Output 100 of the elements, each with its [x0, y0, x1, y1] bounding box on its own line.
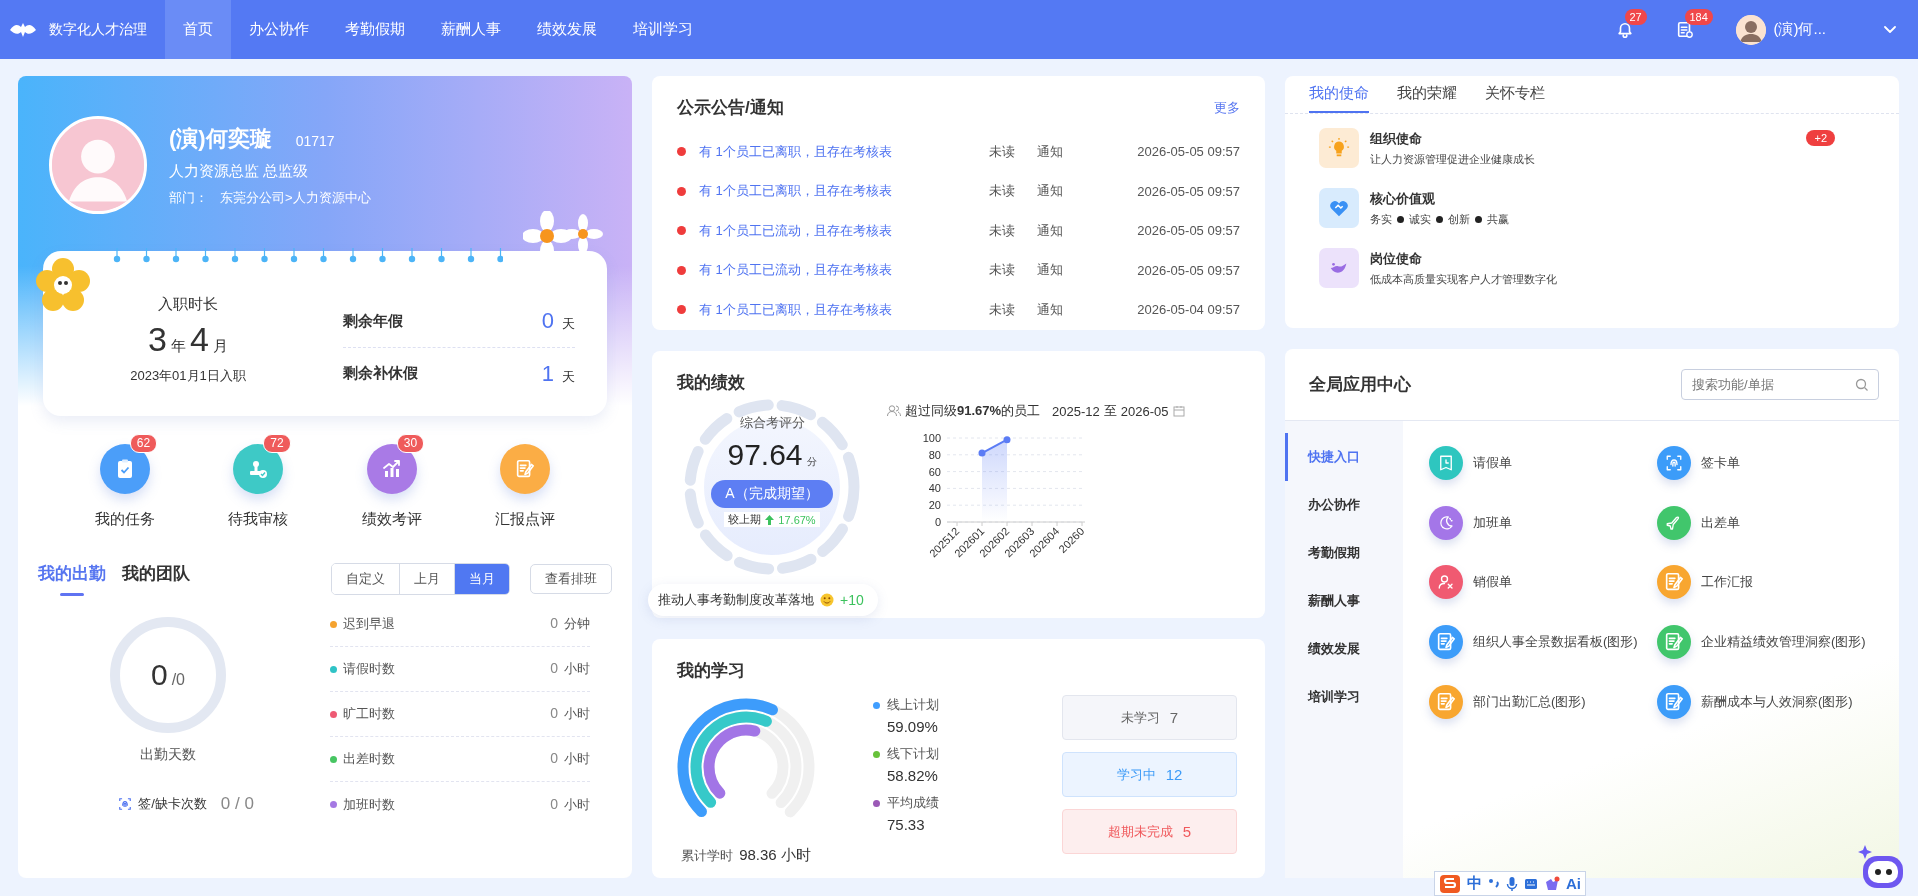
lightbulb-icon	[1319, 128, 1359, 168]
category-item[interactable]: 快捷入口	[1285, 433, 1403, 481]
mission-tab[interactable]: 我的使命	[1309, 84, 1369, 113]
mission-description: 让人力资源管理促进企业健康成长	[1370, 151, 1535, 167]
category-item[interactable]: 绩效发展	[1285, 625, 1403, 673]
period-start[interactable]: 2025-12	[1052, 403, 1100, 419]
app-link[interactable]: 工作汇报	[1701, 573, 1753, 592]
more-link[interactable]: 更多	[1214, 98, 1240, 117]
axis-tick-label: 60	[928, 465, 941, 478]
tenure-label: 入职时长	[158, 295, 218, 314]
metric-label: 线下计划	[887, 745, 939, 763]
score-value: 97.64	[727, 438, 803, 472]
data-point	[1003, 436, 1011, 444]
smiley-icon	[820, 593, 834, 607]
mission-title: 核心价值观	[1370, 189, 1436, 208]
stat-label: 旷工时数	[343, 705, 395, 723]
shortcut-link[interactable]: 我的任务	[94, 510, 155, 529]
metric-value: 58.82%	[887, 767, 939, 784]
app-link[interactable]: 出差单	[1701, 513, 1740, 532]
value-word: 共赢	[1487, 211, 1509, 227]
read-status: 未读	[989, 221, 1016, 240]
grade-pill[interactable]: A（完成期望）	[711, 480, 833, 508]
category-item[interactable]: 薪酬人事	[1285, 577, 1403, 625]
stat-label: 迟到早退	[343, 615, 395, 633]
axis-tick-label: 0	[934, 516, 941, 528]
app-link[interactable]: 薪酬成本与人效洞察(图形)	[1701, 692, 1853, 711]
nav-tab[interactable]: 绩效发展	[519, 0, 615, 59]
read-status: 未读	[989, 261, 1016, 280]
change-value: 17.67%	[778, 513, 816, 526]
app-link[interactable]: 组织人事全景数据看板(图形)	[1473, 632, 1638, 651]
app-link[interactable]: 销假单	[1473, 573, 1512, 592]
stat-value: 0	[550, 750, 558, 768]
stat-label: 出差时数	[343, 750, 395, 768]
app-link[interactable]: 企业精益绩效管理洞察(图形)	[1701, 632, 1866, 651]
category-item[interactable]: 办公协作	[1285, 481, 1403, 529]
people-icon	[887, 405, 901, 417]
shortcut-link[interactable]: 待我审核	[228, 510, 289, 529]
app-link[interactable]: 签卡单	[1701, 453, 1740, 472]
metric-value: 59.09%	[887, 718, 939, 735]
notice-link[interactable]: 有 1个员工已离职，且存在考核表	[699, 143, 892, 159]
notice-type: 通知	[1037, 221, 1064, 240]
attendance-tab[interactable]: 我的出勤	[38, 562, 106, 596]
keyboard-icon[interactable]	[1524, 876, 1538, 891]
read-status: 未读	[989, 142, 1016, 161]
chevron-down-icon[interactable]	[1884, 25, 1896, 34]
attendance-tab[interactable]: 我的团队	[122, 562, 190, 596]
attendance-days-label: 出勤天数	[140, 746, 196, 764]
status-button[interactable]: 未学习 7	[1062, 695, 1237, 740]
ai-button[interactable]: Ai	[1566, 875, 1581, 892]
employee-id: 01717	[295, 132, 335, 149]
user-avatar[interactable]	[1735, 14, 1766, 45]
language-toggle[interactable]: 中	[1467, 874, 1482, 893]
stat-unit: 小时	[564, 795, 590, 814]
nav-tab[interactable]: 培训学习	[615, 0, 711, 59]
mission-tab[interactable]: 我的荣耀	[1397, 84, 1457, 113]
category-item[interactable]: 考勤假期	[1285, 529, 1403, 577]
unread-dot	[677, 147, 686, 157]
period-end[interactable]: 2026-05	[1120, 403, 1169, 419]
metric-label: 线上计划	[887, 696, 939, 714]
notice-link[interactable]: 有 1个员工已流动，且存在考核表	[699, 262, 892, 278]
period-option[interactable]: 当月	[454, 564, 509, 594]
leave-days: 0	[541, 308, 554, 334]
notice-link[interactable]: 有 1个员工已流动，且存在考核表	[699, 222, 892, 238]
mission-title: 组织使命	[1370, 129, 1423, 148]
leave-days: 1	[541, 360, 554, 387]
user-name[interactable]: (演)何...	[1773, 20, 1826, 39]
nav-tab[interactable]: 薪酬人事	[423, 0, 519, 59]
microphone-icon[interactable]	[1506, 875, 1518, 892]
ime-logo-icon[interactable]	[1439, 873, 1461, 894]
shortcut-link[interactable]: 汇报点评	[495, 510, 556, 529]
app-link[interactable]: 部门出勤汇总(图形)	[1473, 692, 1586, 711]
schedule-button[interactable]: 查看排班	[530, 564, 612, 594]
bell-icon[interactable]	[1615, 20, 1634, 39]
input-method-toolbar[interactable]: 中 Ai	[1434, 871, 1586, 896]
search-field[interactable]: 搜索功能/单据	[1681, 369, 1879, 400]
notification-badge: 27	[1624, 8, 1647, 25]
notice-type: 通知	[1037, 261, 1064, 280]
nav-tab[interactable]: 办公协作	[231, 0, 327, 59]
app-link[interactable]: 请假单	[1473, 453, 1512, 472]
fingerprint-icon	[118, 797, 133, 811]
unread-dot	[677, 305, 686, 315]
card-title: 公示公告/通知	[677, 97, 784, 119]
metric-label: 平均成绩	[887, 794, 939, 812]
nav-tab[interactable]: 考勤假期	[327, 0, 423, 59]
achievement-points: +10	[840, 592, 864, 608]
notice-time: 2026-05-05 09:57	[1136, 144, 1240, 160]
mission-tab[interactable]: 关怀专栏	[1485, 84, 1545, 113]
tenure-years: 3	[148, 320, 167, 359]
notice-link[interactable]: 有 1个员工已离职，且存在考核表	[699, 301, 892, 317]
axis-tick-label: 80	[928, 448, 941, 461]
notice-link[interactable]: 有 1个员工已离职，且存在考核表	[699, 183, 892, 199]
shortcut-link[interactable]: 绩效考评	[361, 510, 422, 529]
unread-dot	[677, 226, 686, 236]
notice-time: 2026-05-05 09:57	[1136, 223, 1240, 239]
score-label: 综合考评分	[739, 414, 805, 432]
document-list-icon[interactable]	[1675, 20, 1694, 39]
search-icon[interactable]	[1855, 378, 1869, 392]
category-item[interactable]: 培训学习	[1285, 673, 1403, 721]
app-link[interactable]: 加班单	[1473, 513, 1512, 532]
stat-label: 请假时数	[343, 660, 395, 678]
